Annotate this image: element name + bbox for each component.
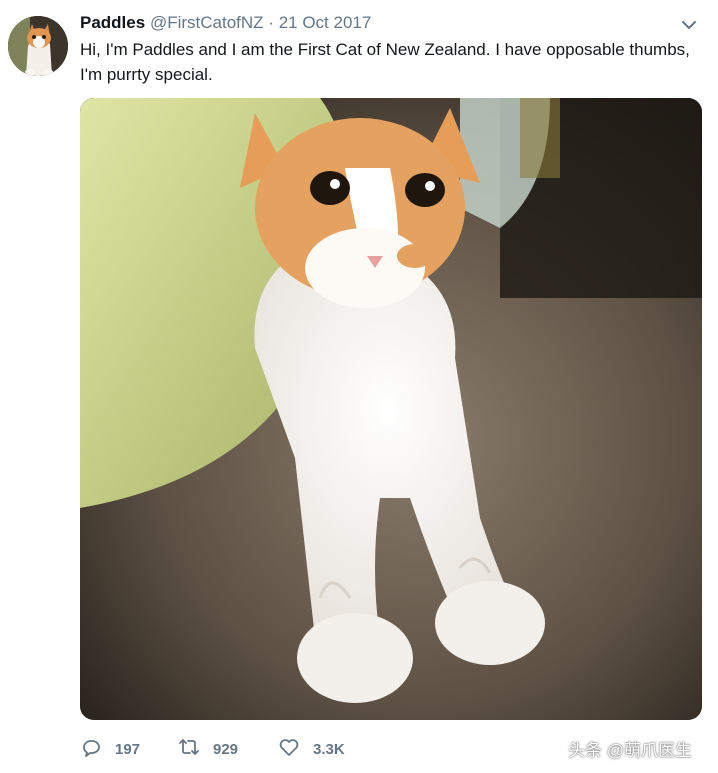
avatar[interactable] bbox=[8, 16, 68, 76]
display-name[interactable]: Paddles bbox=[80, 13, 145, 32]
tweet-header: Paddles @FirstCatofNZ · 21 Oct 2017 bbox=[80, 13, 371, 33]
user-handle[interactable]: @FirstCatofNZ bbox=[150, 13, 264, 32]
retweet-button[interactable]: 929 bbox=[178, 736, 238, 763]
tweet-date[interactable]: 21 Oct 2017 bbox=[279, 13, 372, 32]
reply-count: 197 bbox=[115, 741, 141, 758]
separator-dot: · bbox=[268, 13, 274, 32]
avatar-image bbox=[8, 16, 68, 76]
reply-icon bbox=[80, 736, 102, 763]
like-count: 3.3K bbox=[313, 741, 345, 758]
tweet-text: Hi, I'm Paddles and I am the First Cat o… bbox=[80, 40, 690, 84]
tweet-card: Paddles @FirstCatofNZ · 21 Oct 2017 Hi, … bbox=[0, 0, 718, 773]
heart-icon bbox=[278, 736, 300, 763]
cat-photo-image bbox=[80, 98, 702, 720]
chevron-down-icon[interactable] bbox=[680, 16, 698, 34]
watermark-text: 头条 @萌爪医生 bbox=[568, 741, 692, 760]
reply-button[interactable]: 197 bbox=[80, 736, 140, 763]
tweet-photo[interactable] bbox=[80, 98, 702, 720]
like-button[interactable]: 3.3K bbox=[278, 736, 345, 763]
retweet-count: 929 bbox=[213, 741, 239, 758]
retweet-icon bbox=[178, 736, 200, 763]
